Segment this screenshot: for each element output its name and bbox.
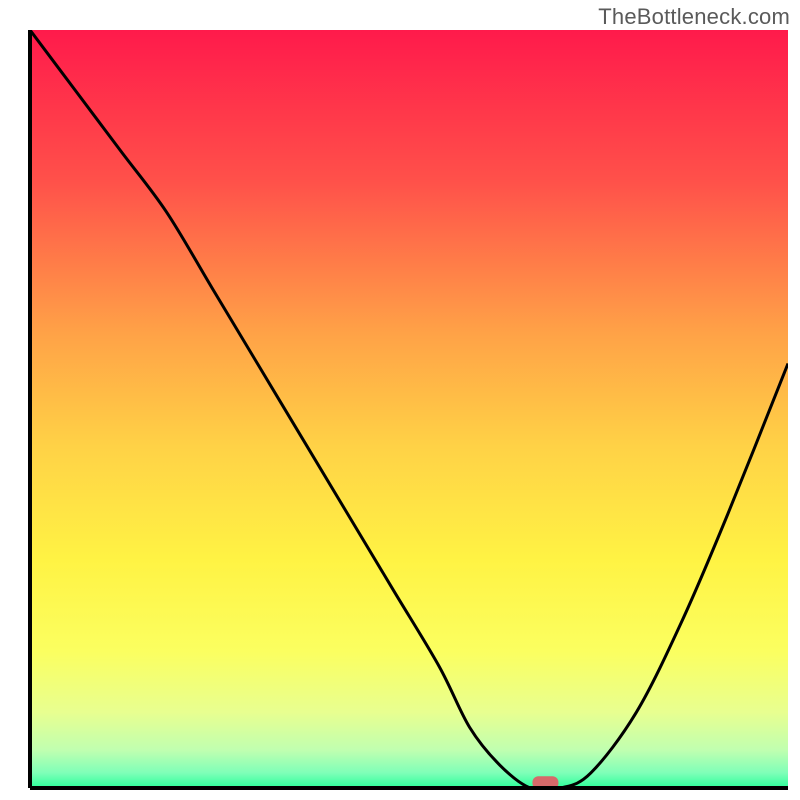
plot-area [30,30,788,790]
watermark-text: TheBottleneck.com [598,4,790,30]
chart-container: TheBottleneck.com [0,0,800,800]
bottleneck-chart [0,0,800,800]
gradient-background [30,30,788,788]
